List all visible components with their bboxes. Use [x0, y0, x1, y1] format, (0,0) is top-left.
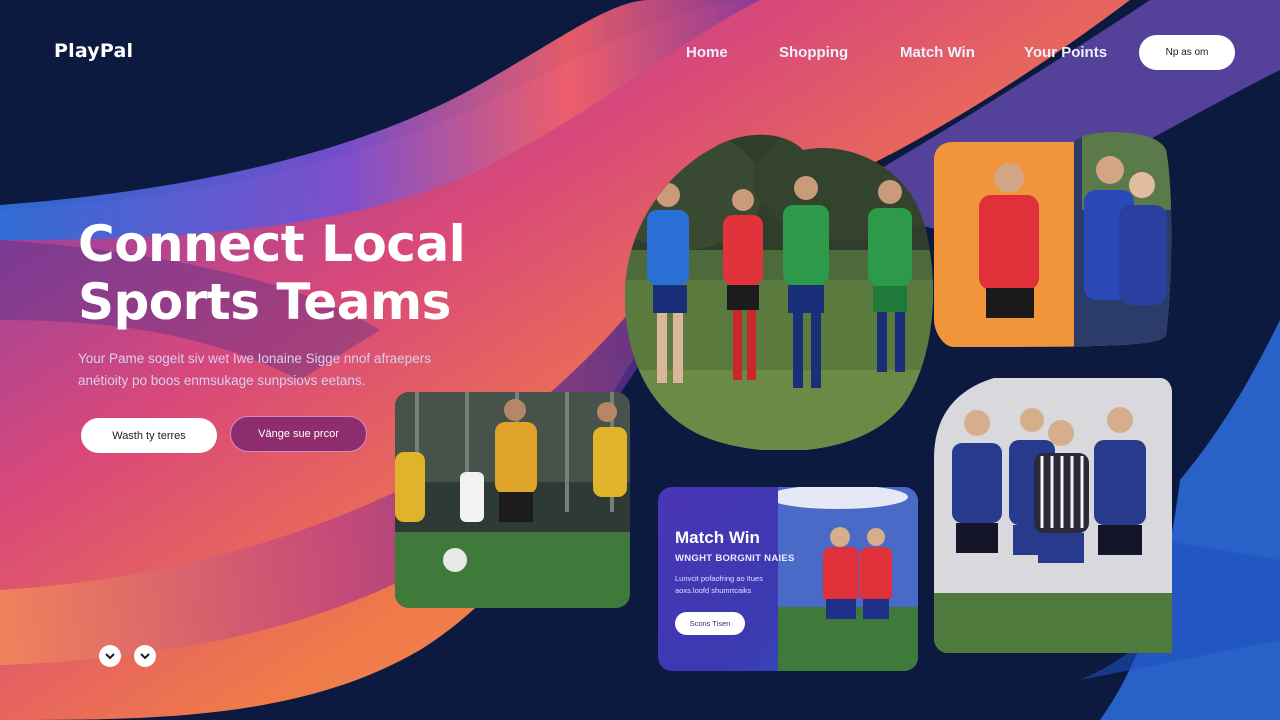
hero-title: Connect Local Sports Teams	[78, 215, 548, 331]
match-card-button[interactable]: Scons Tisen	[675, 612, 745, 635]
team-photo-match-action	[395, 392, 630, 608]
hero-title-line-1: Connect Local	[78, 215, 466, 273]
scroll-down-button-1[interactable]	[99, 645, 121, 667]
hero-title-line-2: Sports Teams	[78, 273, 451, 331]
match-card-description: Lunvcit pofaofring ao Itues aoxs.loofd s…	[675, 574, 763, 595]
nav-item-shopping[interactable]: Shopping	[779, 44, 848, 61]
header-cta-button[interactable]: Np as om	[1139, 35, 1235, 70]
hero-subtitle: Your Pame sogeit siv wet Iwe Ionaine Sig…	[78, 351, 431, 388]
chevron-down-icon	[105, 653, 115, 660]
match-card-subtitle: WNGHT BORGNIT NAIES	[675, 553, 795, 564]
scroll-down-button-2[interactable]	[134, 645, 156, 667]
secondary-button[interactable]: Vänge sue prcor	[230, 416, 367, 452]
team-photo-walking	[623, 130, 935, 450]
brand-logo[interactable]: PlayPal	[54, 40, 133, 62]
team-photo-group	[934, 378, 1172, 653]
match-card-title: Match Win	[675, 528, 760, 547]
chevron-down-icon	[140, 653, 150, 660]
nav-item-home[interactable]: Home	[686, 44, 728, 61]
primary-button[interactable]: Wasth ty terres	[81, 418, 217, 453]
nav-item-your-points[interactable]: Your Points	[1024, 44, 1107, 61]
match-win-card[interactable]: Match Win WNGHT BORGNIT NAIES Lunvcit po…	[658, 487, 918, 671]
nav-item-match-win[interactable]: Match Win	[900, 44, 975, 61]
team-photo-coach	[934, 130, 1172, 347]
match-card-photo	[778, 487, 918, 671]
